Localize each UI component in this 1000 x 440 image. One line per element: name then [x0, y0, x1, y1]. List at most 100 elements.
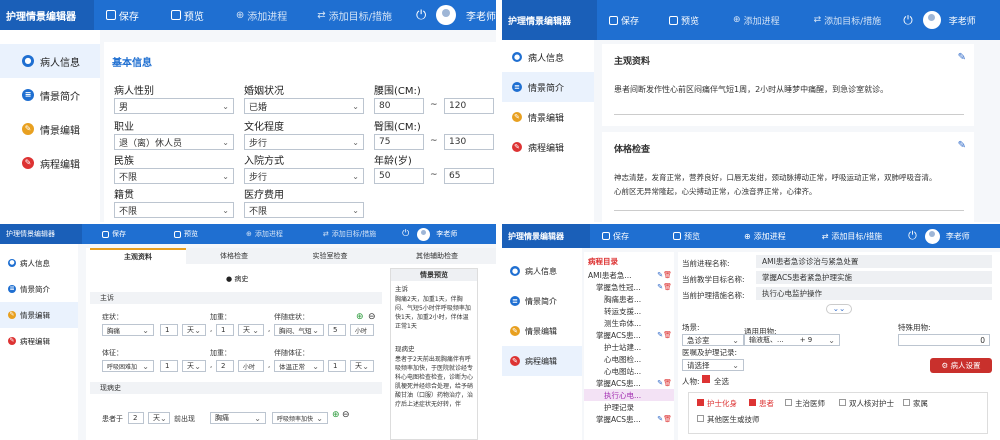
sign-dur-input[interactable]: 1: [160, 360, 178, 372]
checkbox[interactable]: [903, 399, 910, 406]
tree-item[interactable]: 掌握急性冠... ✎ 🗑: [584, 281, 674, 293]
duration-input[interactable]: 1: [160, 324, 178, 336]
save-button[interactable]: 保存: [105, 8, 139, 23]
tree-item[interactable]: 掌握ACS患... ✎ 🗑: [584, 413, 674, 425]
waist-max-input[interactable]: 120: [444, 98, 494, 114]
accomp-sign-unit-select[interactable]: 天 ⌄: [350, 360, 374, 372]
avatar[interactable]: [417, 227, 431, 241]
sidebar-item-course[interactable]: ✎ 病程编辑: [0, 328, 78, 354]
scene-select[interactable]: 急诊室 ⌄: [682, 334, 744, 346]
marital-select[interactable]: 已婚 ⌄: [244, 98, 364, 114]
sidebar-item-patient[interactable]: ● 病人信息: [0, 250, 78, 276]
power-icon[interactable]: ⏻: [416, 8, 426, 23]
add-goal-button[interactable]: ⇄ 添加目标/措施: [323, 229, 376, 239]
checkbox[interactable]: [749, 399, 756, 406]
admit-select[interactable]: 步行 ⌄: [244, 168, 364, 184]
accomp-sign-num-input[interactable]: 1: [328, 360, 346, 372]
accomp-num-input[interactable]: 5: [328, 324, 346, 336]
add-icon[interactable]: ⊕: [332, 410, 340, 420]
add-process-button[interactable]: ⊕ 添加进程: [744, 231, 786, 242]
sidebar-item-intro[interactable]: ≡ 情景简介: [0, 276, 78, 302]
tree-item[interactable]: 胸痛患者...: [584, 293, 674, 305]
accomp-unit-select[interactable]: 小时: [350, 324, 374, 336]
tree-item[interactable]: 测生命体...: [584, 317, 674, 329]
tab-subjective[interactable]: 主观资料: [90, 248, 186, 264]
sign-add-input[interactable]: 2: [216, 360, 234, 372]
add-goal-button[interactable]: ⇄ 添加目标/措施: [814, 14, 882, 27]
record-select[interactable]: 请选择 ⌄: [682, 359, 744, 371]
preview-button[interactable]: 预览: [669, 14, 699, 27]
power-icon[interactable]: ⏻: [908, 229, 917, 243]
unit-select[interactable]: 天 ⌄: [182, 324, 206, 336]
sign-unit-select[interactable]: 天 ⌄: [182, 360, 206, 372]
sidebar-item-intro[interactable]: ≡ 情景简介: [502, 286, 582, 316]
add-process-button[interactable]: ⊕ 添加进程: [246, 229, 283, 239]
delete-icon[interactable]: 🗑: [663, 271, 672, 279]
tree-item[interactable]: 心电图检...: [584, 353, 674, 365]
avatar[interactable]: [924, 228, 940, 244]
collapse-toggle[interactable]: ⌄⌄: [826, 304, 852, 314]
add-unit-select[interactable]: 天 ⌄: [238, 324, 264, 336]
onset-unit-select[interactable]: 天 ⌄: [148, 412, 170, 424]
hip-max-input[interactable]: 130: [444, 134, 494, 150]
preview-button[interactable]: 预览: [673, 231, 700, 242]
edit-icon[interactable]: ✎: [958, 52, 966, 63]
add-process-button[interactable]: ⊕ 添加进程: [733, 14, 780, 27]
delete-icon[interactable]: 🗑: [663, 415, 672, 423]
add-goal-button[interactable]: ⇄ 添加目标/措施: [822, 231, 882, 242]
age-min-input[interactable]: 50: [374, 168, 424, 184]
tree-item[interactable]: 执行心电...: [584, 389, 674, 401]
sidebar-item-intro[interactable]: ≡ 情景简介: [0, 78, 100, 112]
add-icon[interactable]: ⊕: [356, 312, 364, 322]
checkbox[interactable]: [697, 399, 704, 406]
native-select[interactable]: 不限 ⌄: [114, 202, 234, 218]
tree-item[interactable]: 掌握ACS患... ✎ 🗑: [584, 329, 674, 341]
symptom-select[interactable]: 胸痛 ⌄: [102, 324, 154, 336]
sidebar-item-edit[interactable]: ✎ 情景编辑: [0, 302, 78, 328]
age-max-input[interactable]: 65: [444, 168, 494, 184]
measure-field[interactable]: 执行心电监护操作: [756, 287, 992, 300]
onset-input[interactable]: 2: [128, 412, 144, 424]
sidebar-item-edit[interactable]: ✎ 情景编辑: [502, 316, 582, 346]
tree-item[interactable]: 护理记录: [584, 401, 674, 413]
save-button[interactable]: 保存: [609, 14, 639, 27]
add-process-button[interactable]: ⊕ 添加进程: [236, 8, 287, 23]
tree-item[interactable]: 掌握ACS患... ✎ 🗑: [584, 377, 674, 389]
onset-symptom2-select[interactable]: 呼吸频率加快 ⌄: [272, 412, 328, 424]
remove-icon[interactable]: ⊖: [368, 312, 376, 322]
tree-item[interactable]: 护士站建...: [584, 341, 674, 353]
sidebar-item-patient[interactable]: ● 病人信息: [502, 42, 594, 72]
checkbox[interactable]: [839, 399, 846, 406]
sign-select[interactable]: 呼吸困难加 ⌄: [102, 360, 154, 372]
sidebar-item-intro[interactable]: ≡ 情景简介: [502, 72, 594, 102]
preview-button[interactable]: 预览: [170, 8, 204, 23]
waist-min-input[interactable]: 80: [374, 98, 424, 114]
power-icon[interactable]: ⏻: [903, 13, 913, 28]
power-icon[interactable]: ⏻: [402, 229, 409, 239]
tree-item[interactable]: 心电图站...: [584, 365, 674, 377]
special-input[interactable]: 0: [898, 334, 990, 346]
sign-add-unit-select[interactable]: 小时: [238, 360, 264, 372]
gender-select[interactable]: 男 ⌄: [114, 98, 234, 114]
hip-min-input[interactable]: 75: [374, 134, 424, 150]
sidebar-item-course[interactable]: ✎ 病程编辑: [502, 346, 582, 376]
tree-item[interactable]: AMI患者急... ✎ 🗑: [584, 269, 674, 281]
select-all-checkbox[interactable]: [702, 375, 710, 383]
checkbox[interactable]: [697, 415, 704, 422]
delete-icon[interactable]: 🗑: [663, 379, 672, 387]
common-select[interactable]: 输液瓶、... + 9 ⌄: [744, 334, 840, 346]
edu-select[interactable]: 步行 ⌄: [244, 134, 364, 150]
add-goal-button[interactable]: ⇄ 添加目标/措施: [317, 8, 392, 23]
tab-lab[interactable]: 实验室检查: [282, 248, 378, 264]
cost-select[interactable]: 不限 ⌄: [244, 202, 364, 218]
sidebar-item-course[interactable]: ✎ 病程编辑: [0, 146, 100, 180]
onset-symptom-select[interactable]: 胸痛 ⌄: [210, 412, 266, 424]
save-button[interactable]: 保存: [602, 231, 629, 242]
sidebar-item-edit[interactable]: ✎ 情景编辑: [502, 102, 594, 132]
add-input[interactable]: 1: [216, 324, 234, 336]
avatar[interactable]: [436, 5, 456, 25]
preview-button[interactable]: 预览: [174, 229, 198, 239]
delete-icon[interactable]: 🗑: [663, 283, 672, 291]
tab-other[interactable]: 其他辅助检查: [378, 248, 496, 264]
patient-settings-button[interactable]: ⚙ 病人设置: [930, 358, 992, 373]
